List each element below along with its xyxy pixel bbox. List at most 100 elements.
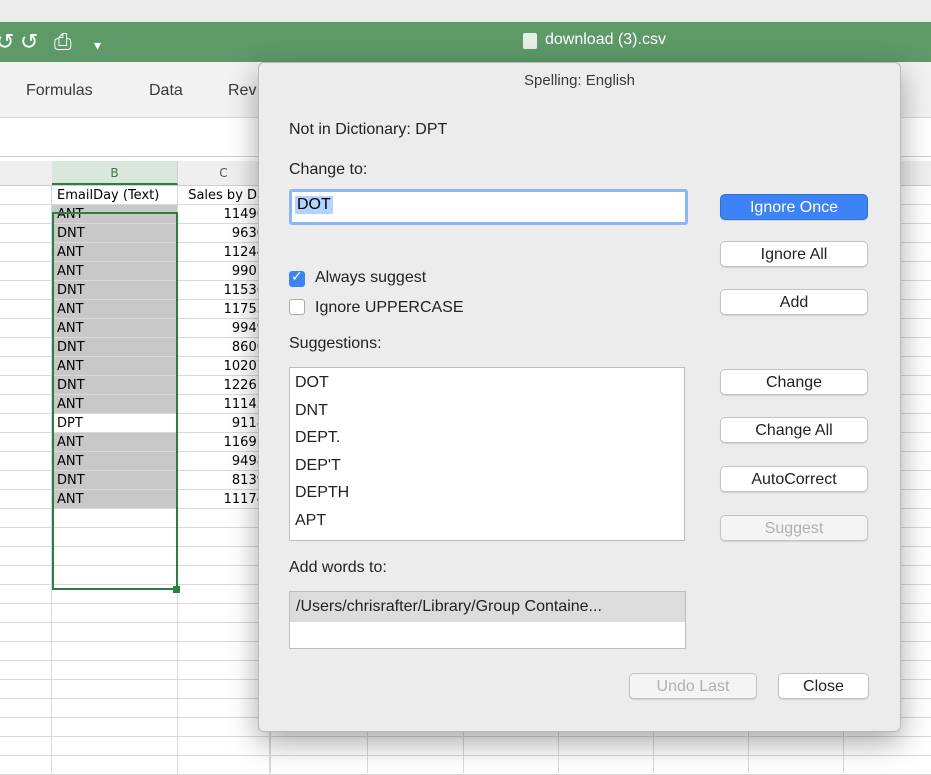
cell-c[interactable] (178, 566, 270, 585)
cell-a[interactable] (0, 718, 52, 737)
column-header-b[interactable]: B (52, 161, 178, 185)
cell-c[interactable]: 11691 (178, 433, 270, 452)
add-words-list[interactable]: /Users/chrisrafter/Library/Group Contain… (289, 591, 686, 649)
ignore-uppercase-checkbox[interactable] (289, 299, 305, 315)
cell-c[interactable]: 11174 (178, 490, 270, 509)
cell-a[interactable] (0, 300, 52, 319)
cell-c[interactable]: 8606 (178, 338, 270, 357)
cell-b[interactable] (52, 604, 178, 623)
cell-a[interactable] (0, 547, 52, 566)
cell-a[interactable] (0, 661, 52, 680)
cell-b[interactable] (52, 642, 178, 661)
cell-c[interactable] (178, 509, 270, 528)
suggestion-item[interactable]: APT (295, 512, 326, 530)
cell-a[interactable] (0, 376, 52, 395)
cell-a[interactable] (0, 357, 52, 376)
cell-b[interactable] (52, 680, 178, 699)
cell-c[interactable]: 8139 (178, 471, 270, 490)
cell-c[interactable] (178, 699, 270, 718)
print-icon[interactable]: ⎙ (54, 30, 72, 54)
cell-c[interactable] (178, 680, 270, 699)
cell-c[interactable] (178, 642, 270, 661)
column-header-c[interactable]: C (178, 161, 270, 185)
cell-a[interactable] (0, 224, 52, 243)
cell-b[interactable] (52, 699, 178, 718)
cell-a[interactable] (0, 680, 52, 699)
cell-a[interactable] (0, 243, 52, 262)
cell-b[interactable] (52, 661, 178, 680)
cell-a[interactable] (0, 452, 52, 471)
add-button[interactable]: Add (720, 289, 868, 315)
suggestions-list[interactable]: DOT DNT DEPT. DEP'T DEPTH APT (289, 367, 685, 541)
cell-a[interactable] (0, 319, 52, 338)
cell-c[interactable] (178, 718, 270, 737)
cell-a[interactable] (0, 509, 52, 528)
cell-empty[interactable] (270, 737, 931, 756)
suggestion-item[interactable]: DEPT. (295, 429, 340, 447)
always-suggest-checkbox[interactable] (289, 269, 305, 287)
cell-a[interactable] (0, 414, 52, 433)
cell-b[interactable] (52, 756, 178, 775)
cell-a[interactable] (0, 566, 52, 585)
cell-c[interactable] (178, 528, 270, 547)
suggestion-item[interactable]: DOT (295, 374, 329, 392)
cell-a[interactable] (0, 528, 52, 547)
cell-c[interactable] (178, 623, 270, 642)
cell-c[interactable]: 9498 (178, 452, 270, 471)
cell-a[interactable] (0, 642, 52, 661)
redo-icon[interactable]: ↺ (20, 30, 38, 54)
cell-c[interactable]: 11536 (178, 281, 270, 300)
ignore-once-button[interactable]: Ignore Once (720, 194, 868, 220)
cell-a[interactable] (0, 604, 52, 623)
autocorrect-button[interactable]: AutoCorrect (720, 466, 868, 492)
suggestion-item[interactable]: DEP'T (295, 457, 341, 475)
cell-a[interactable] (0, 186, 52, 205)
ignore-all-button[interactable]: Ignore All (720, 241, 868, 267)
tab-formulas[interactable]: Formulas (26, 82, 93, 100)
cell-c[interactable]: 12261 (178, 376, 270, 395)
cell-a[interactable] (0, 471, 52, 490)
cell-c[interactable]: 11755 (178, 300, 270, 319)
change-button[interactable]: Change (720, 369, 868, 395)
tab-review[interactable]: Rev (228, 82, 256, 100)
undo-last-button[interactable]: Undo Last (629, 673, 757, 699)
customize-icon[interactable]: ▾ (94, 33, 101, 57)
cell-a[interactable] (0, 205, 52, 224)
cell-a[interactable] (0, 699, 52, 718)
cell-c[interactable] (178, 604, 270, 623)
cell-c[interactable] (178, 585, 270, 604)
suggestion-item[interactable]: DEPTH (295, 484, 349, 502)
cell-c[interactable]: 11244 (178, 243, 270, 262)
change-all-button[interactable]: Change All (720, 417, 868, 443)
cell-c[interactable]: 10207 (178, 357, 270, 376)
cell-c[interactable]: 11496 (178, 205, 270, 224)
cell-a[interactable] (0, 433, 52, 452)
cell-c[interactable] (178, 756, 270, 775)
cell-c[interactable]: 9630 (178, 224, 270, 243)
suggestion-item[interactable]: DNT (295, 402, 328, 420)
cell-a[interactable] (0, 490, 52, 509)
cell-c[interactable]: 9118 (178, 414, 270, 433)
tab-data[interactable]: Data (149, 82, 183, 100)
cell-a[interactable] (0, 737, 52, 756)
cell-a[interactable] (0, 585, 52, 604)
cell-b[interactable] (52, 737, 178, 756)
cell-a[interactable] (0, 281, 52, 300)
cell-a[interactable] (0, 756, 52, 775)
header-cell-c[interactable]: Sales by Da (178, 186, 270, 205)
cell-a[interactable] (0, 623, 52, 642)
cell-b[interactable] (52, 718, 178, 737)
cell-c[interactable]: 9949 (178, 319, 270, 338)
cell-b[interactable] (52, 623, 178, 642)
cell-a[interactable] (0, 338, 52, 357)
cell-c[interactable] (178, 737, 270, 756)
cell-a[interactable] (0, 395, 52, 414)
cell-c[interactable] (178, 661, 270, 680)
cell-a[interactable] (0, 262, 52, 281)
header-cell-b[interactable]: EmailDay (Text) (52, 186, 178, 205)
close-button[interactable]: Close (778, 673, 869, 699)
cell-c[interactable]: 9907 (178, 262, 270, 281)
suggest-button[interactable]: Suggest (720, 515, 868, 541)
change-to-input[interactable]: DOT (289, 189, 688, 225)
fill-handle[interactable] (173, 586, 180, 593)
